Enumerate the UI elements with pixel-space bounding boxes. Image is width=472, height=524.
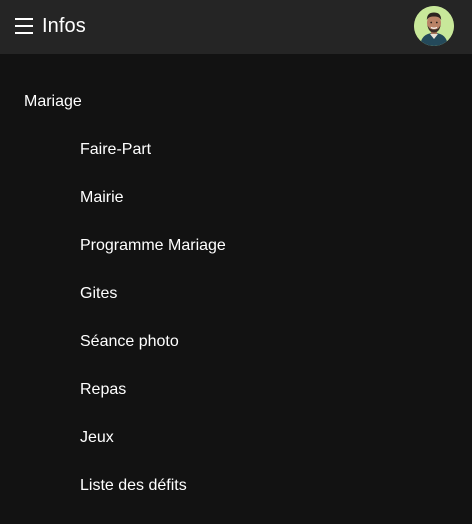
- page-title: Infos: [42, 15, 86, 37]
- avatar-image: [414, 6, 454, 46]
- menu-line: [15, 18, 33, 20]
- list-item[interactable]: Mairie: [0, 188, 472, 236]
- list-item[interactable]: Séance photo: [0, 332, 472, 380]
- section-title-mariage[interactable]: Mariage: [24, 92, 82, 112]
- hamburger-menu-icon[interactable]: [15, 17, 35, 35]
- menu-list: Faire-Part Mairie Programme Mariage Gite…: [0, 140, 472, 524]
- list-item[interactable]: Liste des défits: [0, 476, 472, 524]
- list-item[interactable]: Repas: [0, 380, 472, 428]
- list-item[interactable]: Faire-Part: [0, 140, 472, 188]
- list-item[interactable]: Gites: [0, 284, 472, 332]
- menu-line: [15, 25, 33, 27]
- menu-line: [15, 32, 33, 34]
- app-bar: Infos: [0, 0, 472, 54]
- list-item[interactable]: Jeux: [0, 428, 472, 476]
- user-avatar[interactable]: [414, 6, 454, 46]
- list-item[interactable]: Programme Mariage: [0, 236, 472, 284]
